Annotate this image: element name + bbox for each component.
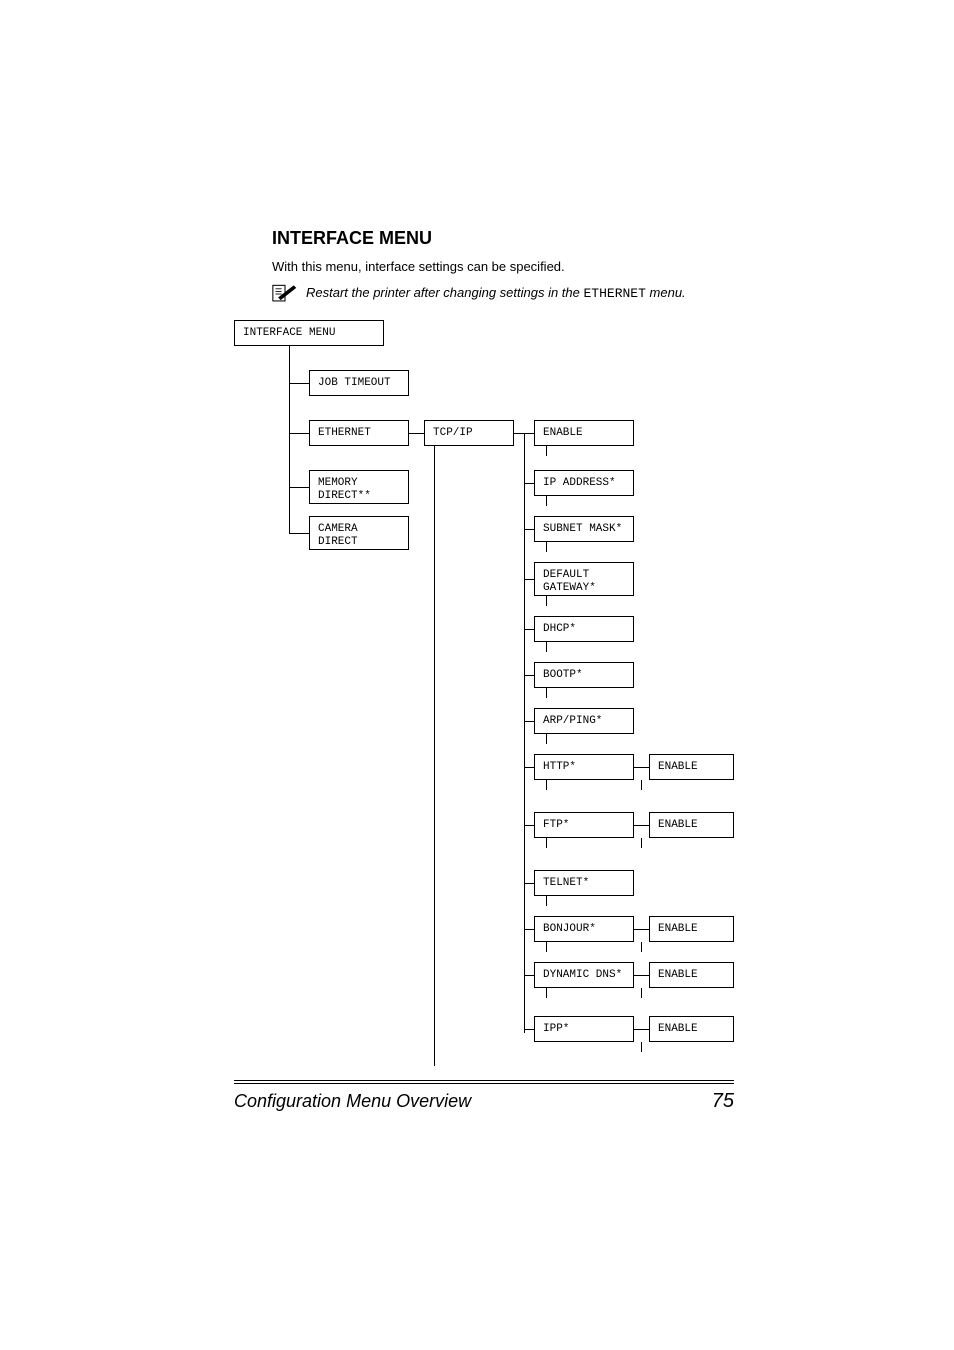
box-dhcp: DHCP* [534,616,634,642]
box-ipp: IPP* [534,1016,634,1042]
box-camera-direct: CAMERA DIRECT [309,516,409,550]
section-heading: INTERFACE MENU [272,228,734,249]
note-row: Restart the printer after changing setti… [272,284,734,302]
intro-text: With this menu, interface settings can b… [272,259,734,274]
box-arp-ping: ARP/PING* [534,708,634,734]
box-enable-ftp: ENABLE [649,812,734,838]
box-memory-direct: MEMORY DIRECT** [309,470,409,504]
box-enable: ENABLE [534,420,634,446]
box-dynamic-dns: DYNAMIC DNS* [534,962,634,988]
note-icon [272,284,296,302]
menu-tree: INTERFACE MENU JOB TIMEOUT ETHERNET MEMO… [234,320,774,1080]
box-tcpip: TCP/IP [424,420,514,446]
box-telnet: TELNET* [534,870,634,896]
box-enable-bonjour: ENABLE [649,916,734,942]
box-enable-http: ENABLE [649,754,734,780]
box-bootp: BOOTP* [534,662,634,688]
box-job-timeout: JOB TIMEOUT [309,370,409,396]
box-http: HTTP* [534,754,634,780]
footer-page-number: 75 [712,1090,734,1113]
box-ip-address: IP ADDRESS* [534,470,634,496]
box-enable-ipp: ENABLE [649,1016,734,1042]
box-bonjour: BONJOUR* [534,916,634,942]
note-text: Restart the printer after changing setti… [306,285,686,301]
footer-title: Configuration Menu Overview [234,1091,471,1112]
note-prefix: Restart the printer after changing setti… [306,285,584,300]
box-subnet-mask: SUBNET MASK* [534,516,634,542]
page-footer: Configuration Menu Overview 75 [234,1080,734,1113]
note-mono: ETHERNET [584,286,646,301]
note-suffix: menu. [646,285,686,300]
box-ftp: FTP* [534,812,634,838]
box-ethernet: ETHERNET [309,420,409,446]
box-default-gateway: DEFAULT GATEWAY* [534,562,634,596]
box-interface-menu: INTERFACE MENU [234,320,384,346]
box-enable-ddns: ENABLE [649,962,734,988]
